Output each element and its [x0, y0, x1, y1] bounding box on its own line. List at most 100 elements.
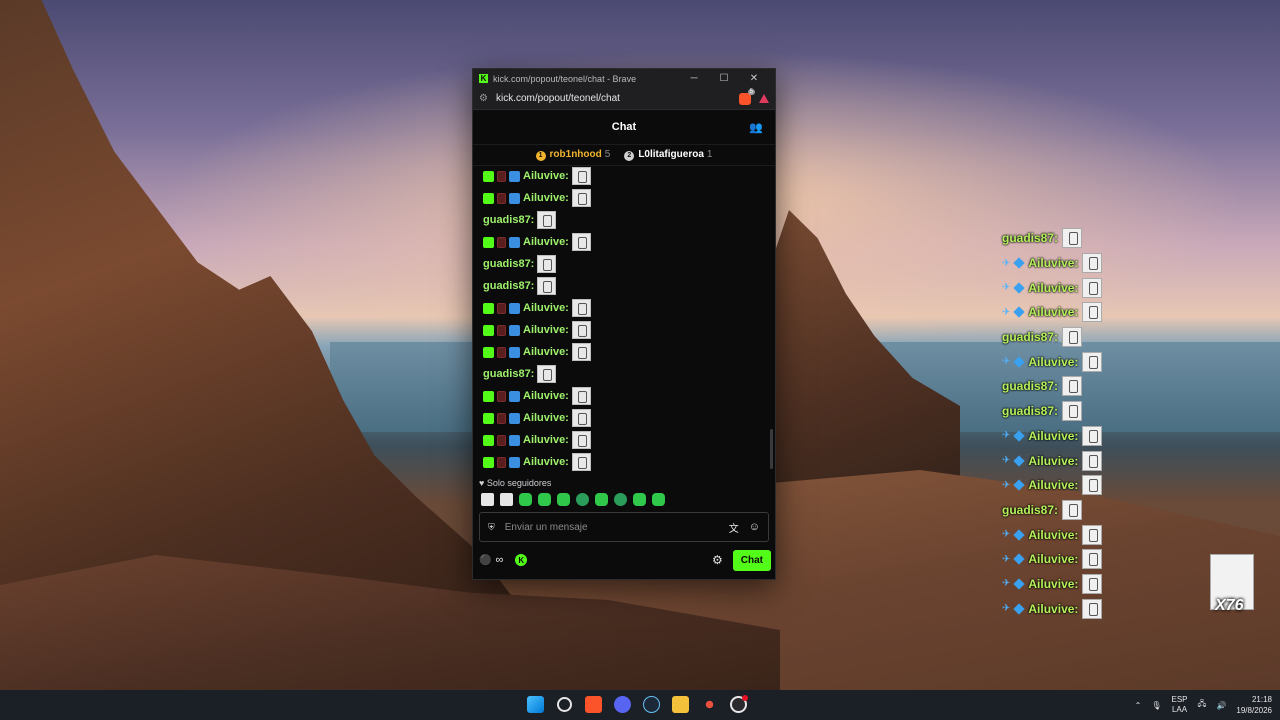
- overlay-message: ✈ Ailuvive:: [1002, 349, 1132, 374]
- url-field[interactable]: kick.com/popout/teonel/chat: [496, 93, 739, 104]
- translate-icon[interactable]: 文: [729, 520, 739, 535]
- brave-rewards-icon[interactable]: [759, 94, 769, 103]
- emote-button[interactable]: [633, 493, 646, 506]
- chat-message[interactable]: guadis87:: [473, 275, 775, 297]
- overlay-emote-image: [1082, 425, 1103, 446]
- gifter-2[interactable]: 2 L0litafigueroa 1: [624, 149, 712, 161]
- chat-message-list[interactable]: Ailuvive: Ailuvive: guadis87: Ailuvive: guad…: [473, 165, 775, 475]
- emote-image: [537, 365, 557, 383]
- emote-button[interactable]: [614, 493, 627, 506]
- emote-image: [571, 189, 591, 207]
- infinity-icon[interactable]: ∞: [495, 554, 503, 566]
- message-username[interactable]: Ailuvive:: [523, 456, 569, 468]
- emote-button[interactable]: [595, 493, 608, 506]
- discord-icon[interactable]: [614, 696, 631, 713]
- site-settings-icon[interactable]: ⚙: [479, 93, 488, 104]
- emote-image: [571, 387, 591, 405]
- big-emote: X76: [1210, 554, 1254, 614]
- message-username[interactable]: Ailuvive:: [523, 236, 569, 248]
- overlay-message: guadis87:: [1002, 325, 1132, 350]
- overlay-username: Ailuvive:: [1028, 428, 1079, 443]
- chat-message[interactable]: Ailuvive:: [473, 231, 775, 253]
- chat-scrollbar[interactable]: [770, 429, 773, 469]
- volume-icon[interactable]: 🔊: [1216, 701, 1226, 710]
- sword-badge-icon: ✈: [1002, 306, 1011, 318]
- overlay-username: Ailuvive:: [1028, 280, 1079, 295]
- clock[interactable]: 21:18 19/8/2026: [1236, 694, 1272, 716]
- message-input[interactable]: ⛨ Enviar un mensaje 文 ☺: [479, 512, 769, 542]
- steam-icon[interactable]: [643, 696, 660, 713]
- chat-message[interactable]: Ailuvive:: [473, 385, 775, 407]
- shield-icon[interactable]: ⛨: [488, 522, 495, 533]
- system-tray: ⌃ 🎙 ESP LAA 🖧 🔊 21:18 19/8/2026: [1135, 694, 1272, 716]
- emoji-icon[interactable]: ☺: [749, 521, 760, 533]
- chat-message[interactable]: Ailuvive:: [473, 319, 775, 341]
- message-username[interactable]: Ailuvive:: [523, 390, 569, 402]
- minimize-button[interactable]: ─: [679, 73, 709, 84]
- message-username[interactable]: Ailuvive:: [523, 346, 569, 358]
- obs-icon[interactable]: [730, 695, 748, 713]
- message-username[interactable]: guadis87:: [483, 280, 534, 292]
- start-icon[interactable]: [527, 696, 544, 713]
- search-icon[interactable]: [557, 697, 572, 712]
- subscriber-badge-icon: [483, 390, 494, 402]
- message-username[interactable]: guadis87:: [483, 258, 534, 270]
- message-username[interactable]: guadis87:: [483, 214, 534, 226]
- chat-message[interactable]: Ailuvive:: [473, 429, 775, 451]
- sword-badge-icon: ✈: [1002, 430, 1011, 442]
- chat-message[interactable]: guadis87:: [473, 209, 775, 231]
- gift-badge-icon: [497, 236, 506, 248]
- message-username[interactable]: guadis87:: [483, 368, 534, 380]
- gift-badge-icon: [497, 456, 506, 468]
- overlay-username: Ailuvive:: [1028, 478, 1079, 493]
- message-username[interactable]: Ailuvive:: [523, 192, 569, 204]
- taskbar: ⌃ 🎙 ESP LAA 🖧 🔊 21:18 19/8/2026: [0, 690, 1280, 720]
- language-indicator[interactable]: ESP LAA: [1172, 695, 1188, 715]
- users-icon[interactable]: 👥: [749, 121, 763, 134]
- chat-message[interactable]: Ailuvive:: [473, 165, 775, 187]
- emote-button[interactable]: [481, 493, 494, 506]
- gift-badge-icon: [497, 390, 506, 402]
- chat-message[interactable]: guadis87:: [473, 253, 775, 275]
- gift-badge-icon: [497, 412, 506, 424]
- message-username[interactable]: Ailuvive:: [523, 302, 569, 314]
- chat-footer: ⚫ ∞ K ⚙ Chat: [479, 549, 771, 571]
- title-bar[interactable]: K kick.com/popout/teonel/chat - Brave ─ …: [473, 69, 775, 88]
- message-username[interactable]: Ailuvive:: [523, 434, 569, 446]
- message-username[interactable]: Ailuvive:: [523, 412, 569, 424]
- cube-badge-icon: [1013, 430, 1026, 442]
- chat-message[interactable]: Ailuvive:: [473, 297, 775, 319]
- emote-button[interactable]: [500, 493, 513, 506]
- chat-message[interactable]: Ailuvive:: [473, 451, 775, 473]
- send-chat-button[interactable]: Chat: [732, 549, 771, 571]
- emote-button[interactable]: [576, 493, 589, 506]
- maximize-button[interactable]: ☐: [709, 73, 739, 84]
- settings-icon[interactable]: ⚙: [712, 553, 723, 567]
- chat-message[interactable]: Ailuvive:: [473, 187, 775, 209]
- microphone-icon[interactable]: 🎙: [1151, 701, 1161, 710]
- overlay-username: Ailuvive:: [1028, 305, 1079, 320]
- kick-coin-icon[interactable]: K: [515, 554, 528, 566]
- close-button[interactable]: ✕: [739, 73, 769, 84]
- overlay-username: guadis87:: [1002, 379, 1059, 394]
- message-username[interactable]: Ailuvive:: [523, 324, 569, 336]
- og-badge-icon: [509, 324, 520, 336]
- gifter-1[interactable]: 1 rob1nhood 5: [535, 149, 610, 161]
- message-username[interactable]: Ailuvive:: [523, 170, 569, 182]
- kicks-icon[interactable]: ⚫: [479, 555, 491, 566]
- overlay-message: ✈ Ailuvive:: [1002, 300, 1132, 325]
- brave-shields-icon[interactable]: 5: [739, 88, 755, 105]
- app-burst-icon[interactable]: [701, 696, 718, 713]
- chat-message[interactable]: Ailuvive:: [473, 341, 775, 363]
- chevron-up-icon[interactable]: ⌃: [1135, 701, 1142, 710]
- chat-message[interactable]: Ailuvive:: [473, 407, 775, 429]
- emote-button[interactable]: [519, 493, 532, 506]
- brave-icon[interactable]: [585, 696, 602, 713]
- emote-image: [571, 299, 591, 317]
- emote-button[interactable]: [652, 493, 665, 506]
- chat-message[interactable]: guadis87:: [473, 363, 775, 385]
- emote-button[interactable]: [557, 493, 570, 506]
- file-explorer-icon[interactable]: [672, 696, 689, 713]
- network-icon[interactable]: 🖧: [1198, 698, 1207, 712]
- emote-button[interactable]: [538, 493, 551, 506]
